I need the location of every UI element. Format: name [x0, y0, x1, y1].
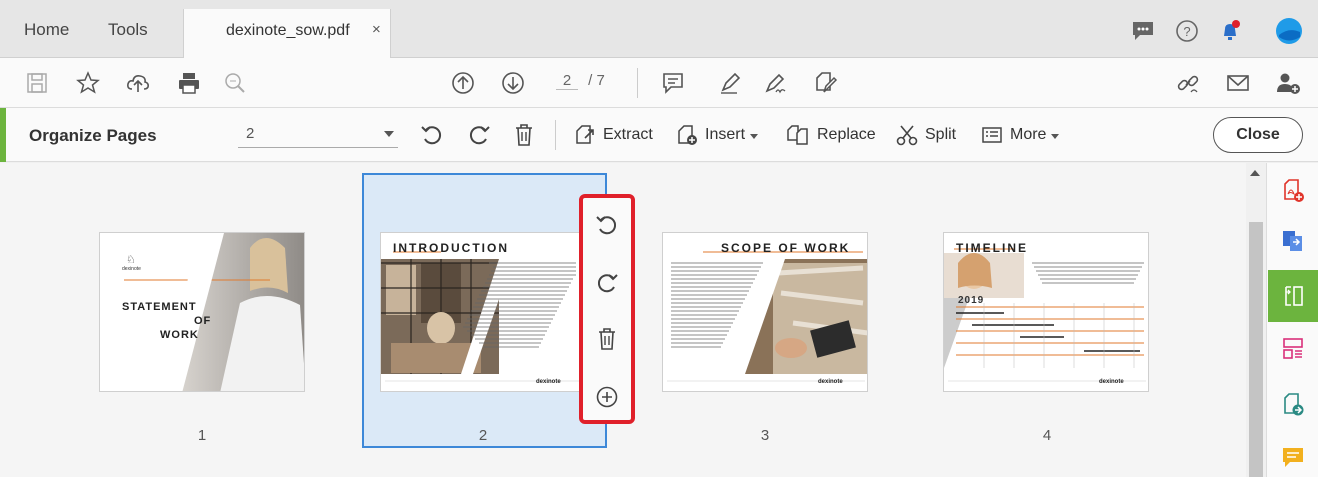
- divider: [637, 68, 638, 98]
- tab-home[interactable]: Home: [24, 20, 69, 40]
- tab-tools[interactable]: Tools: [108, 20, 148, 40]
- total-pages: / 7: [588, 72, 605, 89]
- tab-bar: Home Tools dexinote_sow.pdf × ?: [0, 0, 1318, 59]
- page-range-value: 2: [246, 125, 255, 142]
- main-toolbar: 2 / 7: [0, 58, 1318, 108]
- send-for-review-icon[interactable]: [1280, 392, 1306, 418]
- export-pdf-icon[interactable]: [1280, 228, 1306, 254]
- rotate-left-icon[interactable]: [419, 122, 445, 148]
- organize-title: Organize Pages: [29, 126, 157, 145]
- more-label: More: [1010, 126, 1047, 143]
- organize-pages-icon[interactable]: [1280, 283, 1306, 309]
- add-comment-icon[interactable]: [660, 70, 686, 96]
- previous-page-icon[interactable]: [450, 70, 476, 96]
- page1-heading-line3: WORK: [160, 329, 199, 341]
- page2-heading: INTRODUCTION: [393, 241, 509, 255]
- insert-label: Insert: [705, 126, 746, 143]
- user-avatar[interactable]: [1275, 17, 1303, 45]
- brand-logo-icon: ♘: [126, 254, 136, 266]
- page-thumbnail-2[interactable]: INTRODUCTION dexinote: [380, 232, 586, 392]
- split-label: Split: [925, 126, 957, 143]
- page-thumbnail-1[interactable]: ♘ dexinote STATEMENT OF WORK: [99, 232, 305, 392]
- insert-dropdown-button[interactable]: Insert: [675, 122, 759, 148]
- search-zoom-icon[interactable]: [222, 70, 248, 96]
- page-number-1: 1: [197, 427, 207, 444]
- page-number-4: 4: [1042, 427, 1052, 444]
- page-indicator: 2 / 7: [556, 72, 605, 90]
- bookmark-star-icon[interactable]: [75, 70, 101, 96]
- replace-page-icon: [787, 125, 808, 145]
- create-pdf-icon[interactable]: [1280, 178, 1306, 204]
- fill-sign-icon[interactable]: [812, 70, 838, 96]
- delete-trash-icon[interactable]: [511, 122, 537, 148]
- extract-label: Extract: [603, 126, 653, 143]
- upload-cloud-icon[interactable]: [125, 70, 151, 96]
- document-tab-label: dexinote_sow.pdf: [226, 22, 350, 39]
- comment-chat-icon[interactable]: [1130, 18, 1156, 44]
- current-page-input[interactable]: 2: [556, 72, 578, 90]
- page-number-2: 2: [478, 427, 488, 444]
- insert-page-icon: [678, 125, 697, 145]
- comment-tool-icon[interactable]: [1280, 445, 1306, 471]
- print-icon[interactable]: [176, 70, 202, 96]
- rotate-page-right-icon[interactable]: [594, 270, 620, 296]
- email-icon[interactable]: [1225, 70, 1251, 96]
- close-tab-icon[interactable]: ×: [372, 21, 381, 38]
- highlight-pen-icon[interactable]: [717, 70, 743, 96]
- split-button[interactable]: Split: [895, 122, 956, 148]
- save-icon[interactable]: [24, 70, 50, 96]
- page-thumbnail-3[interactable]: SCOPE OF WORK dexinote: [662, 232, 868, 392]
- tab-document[interactable]: dexinote_sow.pdf ×: [183, 9, 391, 59]
- organize-toolbar: Organize Pages 2 Extract Insert Replace …: [0, 108, 1318, 162]
- chevron-down-icon: [384, 131, 394, 137]
- extract-button[interactable]: Extract: [573, 122, 653, 148]
- chevron-down-icon: [1051, 133, 1060, 139]
- rotate-page-left-icon[interactable]: [594, 212, 620, 238]
- more-dropdown-button[interactable]: More: [980, 122, 1060, 148]
- page-actions-popup: [579, 194, 635, 424]
- page2-brand: dexinote: [536, 379, 561, 385]
- notification-bell-icon[interactable]: [1217, 18, 1243, 44]
- page-number-3: 3: [760, 427, 770, 444]
- page3-brand: dexinote: [818, 379, 843, 385]
- next-page-icon[interactable]: [500, 70, 526, 96]
- page1-heading-line2: OF: [194, 315, 212, 327]
- page-thumbnail-4[interactable]: TIMELINE 2019 dexinote: [943, 232, 1149, 392]
- scrollbar-thumb[interactable]: [1249, 222, 1263, 477]
- replace-button[interactable]: Replace: [785, 122, 876, 148]
- chevron-down-icon: [750, 133, 759, 139]
- share-link-icon[interactable]: [1175, 70, 1201, 96]
- page4-heading: TIMELINE: [956, 241, 1028, 255]
- extract-icon: [576, 125, 594, 144]
- add-user-icon[interactable]: [1275, 70, 1301, 96]
- delete-page-icon[interactable]: [594, 326, 620, 352]
- rotate-right-icon[interactable]: [466, 122, 492, 148]
- replace-label: Replace: [817, 126, 876, 143]
- page4-brand: dexinote: [1099, 379, 1124, 385]
- page-range-dropdown[interactable]: 2: [238, 122, 398, 148]
- tool-accent-bar: [0, 108, 6, 162]
- divider: [555, 120, 556, 150]
- brand-name: dexinote: [122, 266, 141, 272]
- scissors-icon: [896, 125, 918, 146]
- svg-text:?: ?: [1183, 24, 1190, 39]
- close-tool-button[interactable]: Close: [1213, 117, 1303, 153]
- page3-heading: SCOPE OF WORK: [721, 241, 851, 255]
- page4-year: 2019: [958, 295, 985, 306]
- sign-icon[interactable]: [762, 70, 788, 96]
- more-options-icon: [982, 127, 1002, 143]
- scroll-up-arrow-icon[interactable]: [1250, 170, 1260, 176]
- page1-heading-line1: STATEMENT: [122, 301, 197, 313]
- insert-page-icon[interactable]: [594, 384, 620, 410]
- help-icon[interactable]: ?: [1174, 18, 1200, 44]
- edit-pdf-icon[interactable]: [1280, 336, 1306, 362]
